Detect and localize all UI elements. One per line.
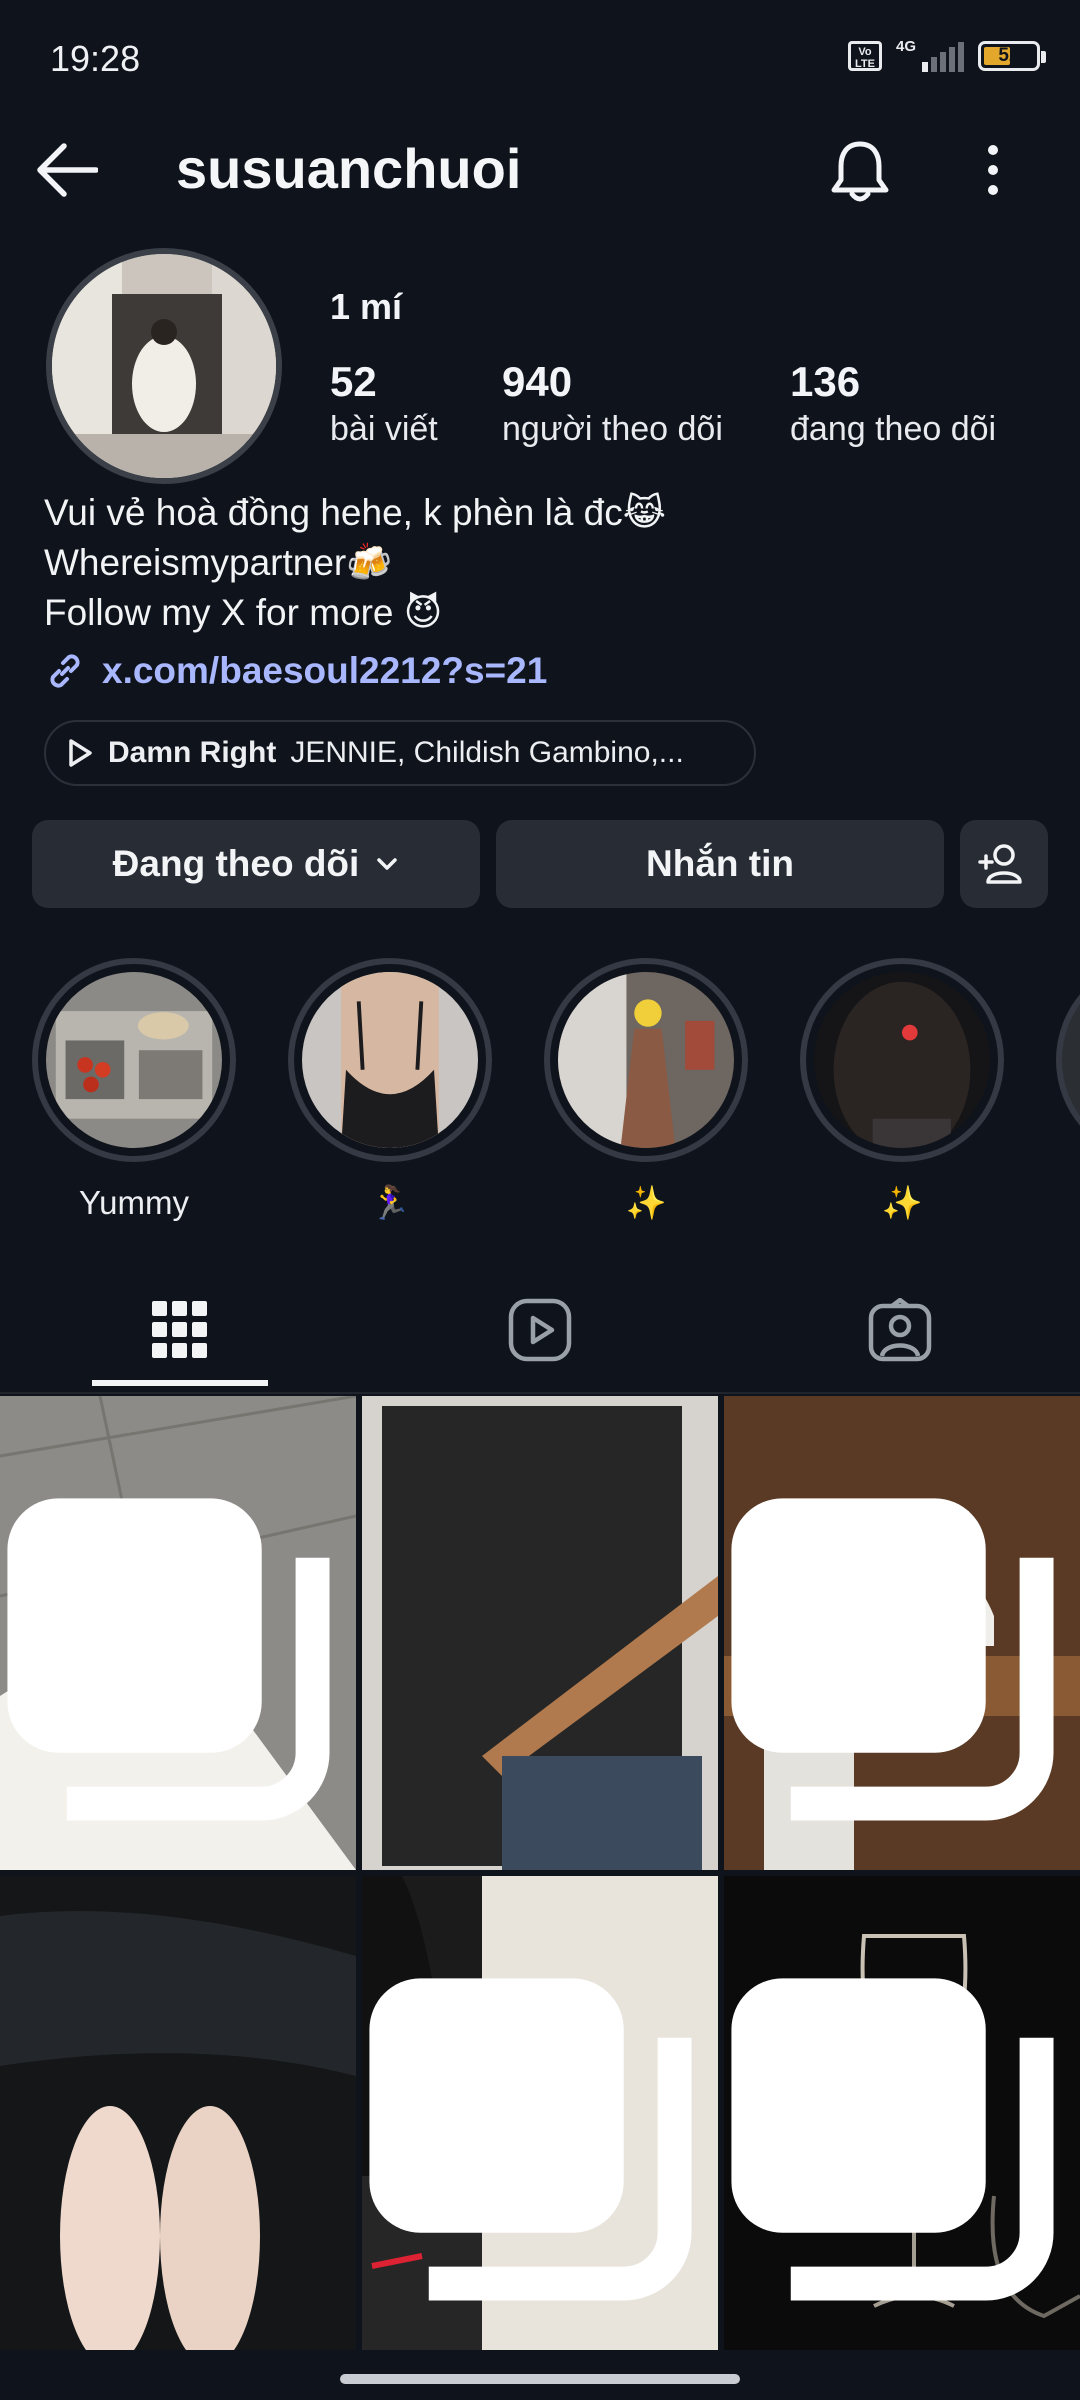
tab-grid[interactable]: [0, 1268, 360, 1392]
back-button[interactable]: [34, 140, 99, 200]
music-artists: JENNIE, Childish Gambino,...: [290, 736, 684, 769]
link-text: x.com/baesoul2212?s=21: [102, 650, 548, 691]
highlight-caption: 🏃‍♀️: [369, 1184, 411, 1221]
signal-icon: 4G: [896, 38, 964, 72]
arrow-left-icon: [37, 143, 99, 197]
highlight-caption: Yummy: [78, 1184, 190, 1221]
message-button[interactable]: Nhắn tin: [496, 820, 944, 908]
music-title: Damn Right: [108, 736, 277, 769]
battery-level: 52: [998, 45, 1020, 66]
carousel-icon: [7, 1498, 330, 1821]
stat-value: 940: [502, 358, 573, 405]
following-label: Đang theo dõi: [112, 843, 360, 884]
grid-icon: [152, 1301, 207, 1358]
active-tab-indicator: [92, 1380, 268, 1386]
highlight-cover: [558, 972, 734, 1148]
bell-icon: [831, 141, 889, 202]
stat-label: bài viết: [330, 410, 438, 448]
more-options-button[interactable]: [968, 140, 1018, 200]
avatar-photo: [52, 254, 276, 478]
home-indicator[interactable]: [340, 2374, 740, 2384]
volte-icon: Vo LTE: [848, 41, 882, 71]
stat-label: người theo dõi: [502, 410, 723, 448]
link-icon: [50, 654, 80, 688]
highlight-cover: [302, 972, 478, 1148]
battery-icon: 52: [978, 41, 1046, 71]
carousel-icon: [369, 1978, 692, 2301]
post-thumbnail[interactable]: [0, 1876, 356, 2350]
bio-line: Follow my X for more 😈: [44, 592, 443, 633]
tagged-icon: [868, 1298, 932, 1362]
following-button[interactable]: Đang theo dõi: [32, 820, 480, 908]
post-thumbnail[interactable]: [724, 1396, 1080, 1870]
highlight-item[interactable]: Yummy: [32, 958, 236, 1222]
stat-followers[interactable]: 940 người theo dõi: [502, 358, 723, 449]
avatar[interactable]: [46, 248, 282, 484]
status-time: 19:28: [50, 38, 141, 79]
highlight-item[interactable]: ✨: [800, 958, 1004, 1223]
carousel-icon: [731, 1498, 1054, 1821]
profile-name: 1 mí: [330, 286, 403, 327]
profile-bio: Vui vẻ hoà đồng hehe, k phèn là đc😹 Wher…: [44, 488, 666, 638]
stat-label: đang theo dõi: [790, 410, 997, 448]
tab-tagged[interactable]: [720, 1268, 1080, 1392]
tab-reels[interactable]: [360, 1268, 720, 1392]
play-icon: [69, 739, 92, 767]
music-pill[interactable]: Damn Right JENNIE, Childish Gambino,...: [44, 720, 756, 786]
post-thumbnail[interactable]: [724, 1876, 1080, 2350]
highlight-cover: [46, 972, 222, 1148]
chevron-down-icon: [377, 858, 398, 870]
add-user-icon: [978, 844, 1022, 884]
profile-username: susuanchuoi: [176, 137, 522, 200]
network-type: 4G: [896, 38, 917, 55]
highlight-caption: ✨: [881, 1184, 923, 1221]
highlight-cover: [814, 972, 990, 1148]
post-image: [0, 1876, 356, 2350]
stat-following[interactable]: 136 đang theo dõi: [790, 358, 996, 449]
notifications-button[interactable]: [828, 138, 892, 204]
profile-link[interactable]: x.com/baesoul2212?s=21: [44, 650, 547, 692]
profile-tabs: [0, 1268, 1080, 1394]
post-image: [362, 1396, 718, 1870]
carousel-icon: [731, 1978, 1054, 2301]
stat-value: 136: [790, 358, 861, 405]
highlight-caption: ✨: [625, 1184, 667, 1221]
post-thumbnail[interactable]: [0, 1396, 356, 1870]
more-vertical-icon: [988, 145, 998, 195]
post-thumbnail[interactable]: [362, 1876, 718, 2350]
bio-line: Vui vẻ hoà đồng hehe, k phèn là đc😹: [44, 492, 666, 533]
message-label: Nhắn tin: [646, 843, 794, 884]
highlight-item[interactable]: ✨: [544, 958, 748, 1223]
status-indicators: Vo LTE 4G 52: [848, 38, 1046, 72]
reels-icon: [508, 1298, 572, 1362]
bio-line: Whereismypartner🍻: [44, 542, 393, 583]
post-thumbnail[interactable]: [362, 1396, 718, 1870]
highlight-item-partial[interactable]: [1056, 958, 1080, 1162]
highlight-item[interactable]: 🏃‍♀️: [288, 958, 492, 1223]
suggest-users-button[interactable]: [960, 820, 1048, 908]
stat-posts[interactable]: 52 bài viết: [330, 358, 438, 449]
stat-value: 52: [330, 358, 377, 405]
